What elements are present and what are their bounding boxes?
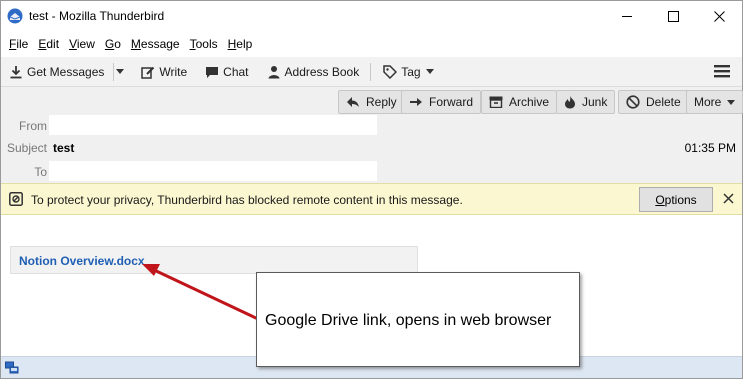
menu-edit[interactable]: Edit [34,37,63,51]
title-bar: test - Mozilla Thunderbird [1,1,742,32]
annotation-callout: Google Drive link, opens in web browser [256,272,580,367]
reply-icon [347,97,359,107]
menu-go[interactable]: Go [101,37,125,51]
more-button[interactable]: More [686,90,743,114]
pencil-icon [141,66,155,79]
menu-view[interactable]: View [65,37,99,51]
forward-button[interactable]: Forward [401,90,482,114]
to-label: To [34,165,47,179]
callout-text: Google Drive link, opens in web browser [265,312,552,329]
maximize-button[interactable] [650,1,696,32]
person-icon [268,65,280,78]
get-messages-dropdown[interactable] [112,60,128,84]
archive-button[interactable]: Archive [481,90,558,114]
subject-label: Subject [6,141,47,155]
forward-label: Forward [429,95,474,109]
chat-label: Chat [223,64,249,79]
delete-label: Delete [646,95,681,109]
archive-label: Archive [509,95,550,109]
menu-message[interactable]: Message [127,37,184,51]
delete-icon [626,95,640,109]
junk-flame-icon [565,95,575,109]
reply-button[interactable]: Reply [338,90,405,114]
minimize-button[interactable] [604,1,650,32]
window-title: test - Mozilla Thunderbird [29,9,165,23]
write-label: Write [159,64,188,79]
message-header: Reply Forward Archive Junk Delete More F… [1,87,743,183]
annotation-arrow [142,264,259,321]
get-messages-button[interactable]: Get Messages [4,60,109,84]
menu-tools[interactable]: Tools [186,37,222,51]
junk-button[interactable]: Junk [556,90,616,114]
options-button[interactable]: Options [639,187,713,212]
remote-content-notification: To protect your privacy, Thunderbird has… [1,183,742,215]
from-label: From [19,119,47,133]
chevron-down-icon [425,69,434,74]
main-toolbar: Get Messages Write Chat Address Book Tag [1,57,742,87]
menu-file[interactable]: File [5,37,32,51]
address-book-label: Address Book [284,64,360,79]
message-time: 01:35 PM [684,141,736,155]
archive-icon [489,96,503,108]
thunderbird-icon [7,8,23,24]
download-icon [10,65,22,78]
chat-button[interactable]: Chat [200,60,253,84]
from-value[interactable] [49,115,377,135]
online-status-icon [5,361,19,378]
app-menu-button[interactable] [714,64,730,81]
chat-bubble-icon [206,66,219,78]
maximize-icon [667,11,679,22]
notification-close-icon[interactable] [723,193,734,207]
menu-help[interactable]: Help [224,37,257,51]
subject-value: test [53,141,75,155]
hamburger-menu-icon [714,65,730,78]
write-button[interactable]: Write [136,60,192,84]
forward-icon [410,98,422,106]
toolbar-separator [370,62,372,81]
attachment-link[interactable]: Notion Overview.docx [19,254,145,268]
to-value[interactable] [49,161,377,181]
get-messages-label: Get Messages [27,64,105,79]
reply-label: Reply [366,95,397,109]
delete-button[interactable]: Delete [618,90,689,114]
more-label: More [694,95,722,109]
notification-text: To protect your privacy, Thunderbird has… [31,193,463,207]
close-icon [713,11,725,22]
close-window-button[interactable] [696,1,742,32]
chevron-down-icon [116,69,125,74]
address-book-button[interactable]: Address Book [262,60,365,84]
minimize-icon [621,16,632,17]
tag-icon [383,64,398,79]
tag-button[interactable]: Tag [378,60,438,84]
remote-content-icon [9,192,23,209]
chevron-down-icon [727,99,736,105]
menu-bar: File Edit View Go Message Tools Help [1,33,742,55]
tag-label: Tag [401,64,421,79]
junk-label: Junk [582,95,608,109]
